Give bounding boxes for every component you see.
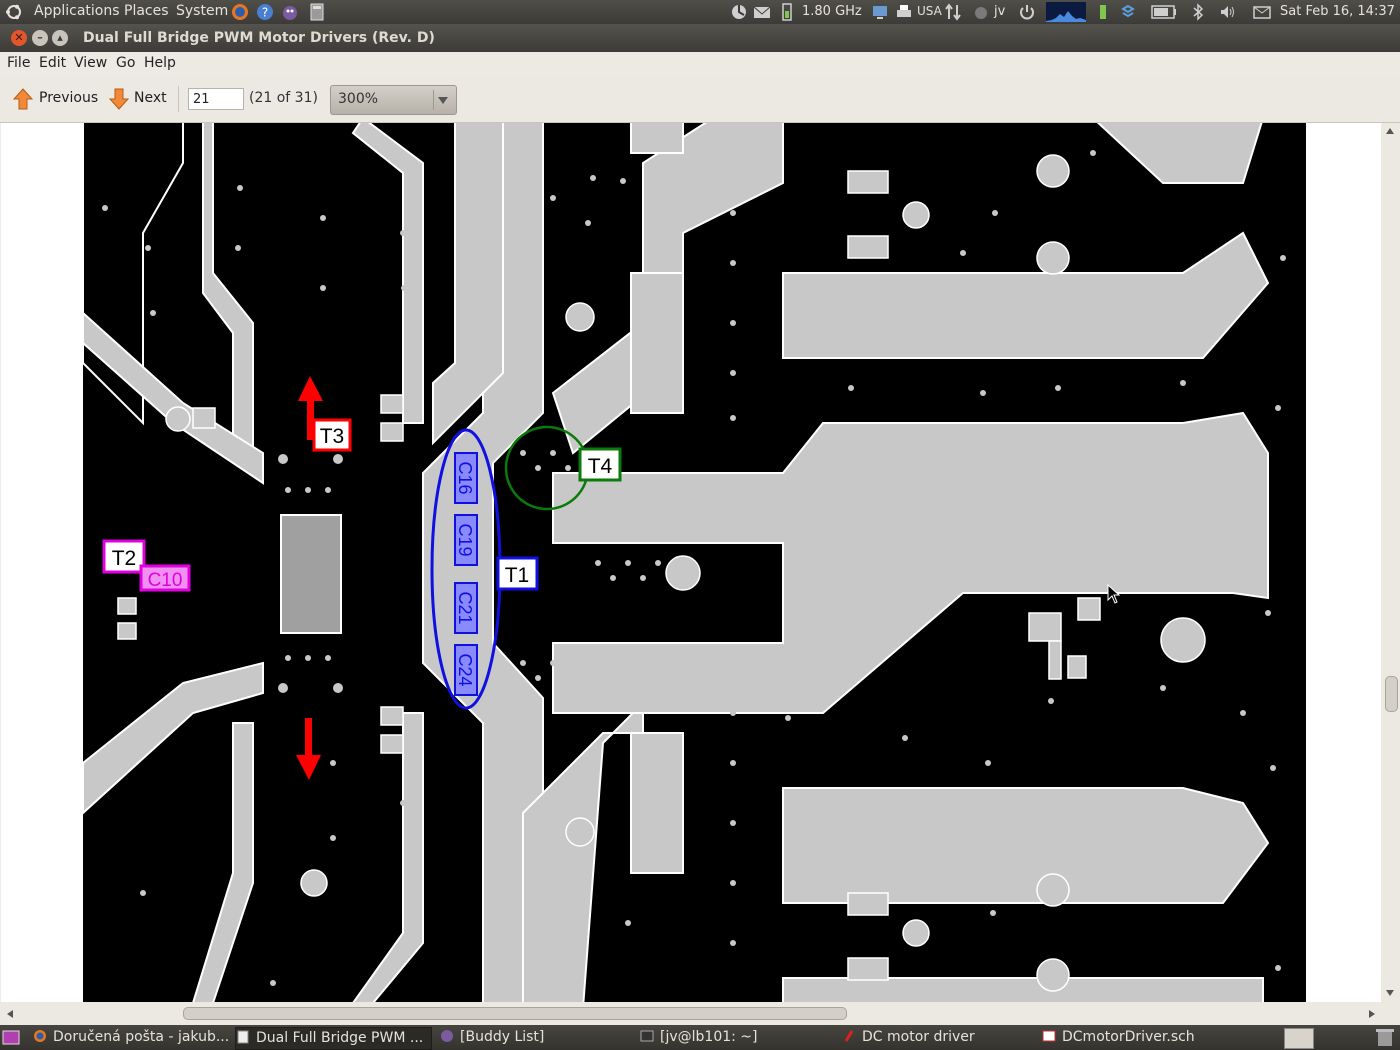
display-icon[interactable] [871, 3, 889, 21]
taskbar: Doručená pošta - jakub... Dual Full Brid… [0, 1025, 1400, 1050]
label-c10: C10 [148, 570, 183, 591]
document-icon [237, 1030, 249, 1044]
document-viewer-window: ✕ – ▴ Dual Full Bridge PWM Motor Drivers… [0, 24, 1400, 1025]
arrow-down-icon [109, 88, 129, 110]
menu-file[interactable]: File [7, 55, 30, 71]
task-label: [Buddy List] [460, 1029, 545, 1045]
task-thunderbird[interactable]: Doručená pošta - jakub... [33, 1027, 229, 1048]
arrow-up-icon [13, 88, 33, 110]
firefox-icon [34, 1030, 46, 1042]
firefox-icon[interactable] [231, 3, 249, 21]
cpu-frequency[interactable]: 1.80 GHz [802, 4, 862, 19]
pcb-layout-image: T3 T4 T1 C16 C19 C21 C24 T2 C10 [83, 123, 1306, 1002]
schematic-icon [1042, 1030, 1056, 1042]
next-button[interactable]: Next [106, 85, 172, 113]
window-title: Dual Full Bridge PWM Motor Drivers (Rev.… [83, 30, 435, 46]
title-bar[interactable]: ✕ – ▴ Dual Full Bridge PWM Motor Drivers… [0, 24, 1400, 52]
weather-icon[interactable] [730, 3, 748, 21]
toolbar: Previous Next (21 of 31) 300% [0, 76, 1400, 123]
scroll-left-icon[interactable] [6, 1009, 14, 1019]
previous-button[interactable]: Previous [8, 85, 100, 113]
panel-menu-places[interactable]: Places [124, 3, 169, 19]
user-name[interactable]: jv [994, 4, 1005, 19]
zoom-value: 300% [338, 91, 379, 107]
scroll-up-icon[interactable] [1385, 127, 1395, 135]
scroll-right-icon[interactable] [1368, 1009, 1376, 1019]
label-t3: T3 [320, 425, 345, 448]
envelope-icon[interactable] [1253, 3, 1271, 21]
pcb-app-icon [844, 1030, 854, 1042]
pidgin-icon [441, 1030, 453, 1042]
minimize-icon[interactable]: – [32, 30, 48, 46]
label-t1: T1 [505, 564, 530, 587]
pidgin-icon[interactable] [281, 3, 299, 21]
dropbox-icon[interactable] [1119, 3, 1137, 21]
panel-menu-applications[interactable]: Applications [34, 3, 120, 19]
show-desktop-icon[interactable] [2, 1029, 20, 1046]
label-t2: T2 [112, 547, 137, 570]
battery-level-icon[interactable] [1094, 3, 1112, 21]
help-icon[interactable]: ? [256, 3, 274, 21]
svg-text:?: ? [262, 6, 268, 20]
printer-icon[interactable] [895, 3, 913, 21]
zoom-select[interactable]: 300% [330, 85, 457, 115]
task-buddy-list[interactable]: [Buddy List] [440, 1027, 630, 1048]
vertical-scroll-thumb[interactable] [1385, 676, 1398, 712]
battery-icon[interactable] [1151, 5, 1177, 19]
close-icon[interactable]: ✕ [11, 30, 27, 46]
task-dc-motor-driver[interactable]: DC motor driver [842, 1027, 1034, 1048]
task-document-viewer[interactable]: Dual Full Bridge PWM ... [235, 1027, 432, 1050]
keyboard-layout[interactable]: USA [917, 4, 942, 18]
horizontal-scrollbar[interactable] [0, 1002, 1400, 1025]
horizontal-scroll-thumb[interactable] [183, 1007, 847, 1020]
mail-icon[interactable] [753, 3, 771, 21]
next-label: Next [134, 90, 167, 106]
page-count: (21 of 31) [249, 90, 318, 106]
ubuntu-logo-icon[interactable] [5, 3, 23, 21]
previous-label: Previous [39, 90, 99, 106]
task-label: Dual Full Bridge PWM ... [256, 1030, 424, 1046]
label-c19: C19 [455, 523, 475, 556]
menu-edit[interactable]: Edit [39, 55, 66, 71]
task-label: DCmotorDriver.sch [1062, 1029, 1195, 1045]
top-panel: Applications Places System ? 1.80 GHz US… [0, 0, 1400, 24]
chevron-down-icon [438, 97, 448, 104]
trash-icon[interactable] [1374, 1028, 1396, 1047]
menu-bar: File Edit View Go Help [0, 52, 1400, 76]
vertical-scrollbar[interactable] [1381, 123, 1400, 1002]
task-terminal[interactable]: [jv@lb101: ~] [640, 1027, 830, 1048]
menu-go[interactable]: Go [116, 55, 135, 71]
sysmonitor-icon[interactable] [1046, 2, 1086, 22]
label-t4: T4 [588, 455, 613, 478]
task-label: DC motor driver [862, 1029, 975, 1045]
bluetooth-icon[interactable] [1189, 3, 1207, 21]
power-icon[interactable] [1018, 3, 1036, 21]
mouse-pointer-icon [1107, 584, 1121, 604]
scroll-down-icon[interactable] [1385, 989, 1395, 997]
volume-icon[interactable] [1219, 3, 1237, 21]
document-viewport[interactable]: T3 T4 T1 C16 C19 C21 C24 T2 C10 [1, 123, 1381, 1002]
task-label: [jv@lb101: ~] [660, 1029, 758, 1045]
panel-menu-system[interactable]: System [176, 3, 228, 19]
label-c24: C24 [455, 653, 475, 686]
label-c21: C21 [455, 591, 475, 624]
label-c16: C16 [455, 461, 475, 494]
maximize-icon[interactable]: ▴ [52, 30, 68, 46]
page-number-input[interactable] [188, 88, 244, 110]
workspace-switcher[interactable] [1284, 1028, 1314, 1049]
task-label: Doručená pošta - jakub... [53, 1029, 229, 1045]
terminal-icon [640, 1030, 654, 1042]
clock[interactable]: Sat Feb 16, 14:37 [1280, 4, 1395, 19]
calculator-icon[interactable] [308, 3, 326, 21]
status-icon[interactable] [972, 3, 990, 21]
menu-view[interactable]: View [74, 55, 107, 71]
menu-help[interactable]: Help [144, 55, 176, 71]
toolbar-separator [178, 86, 179, 112]
transfer-icon[interactable] [944, 3, 962, 21]
task-schematic[interactable]: DCmotorDriver.sch [1042, 1027, 1232, 1048]
network-icon[interactable] [778, 3, 796, 21]
